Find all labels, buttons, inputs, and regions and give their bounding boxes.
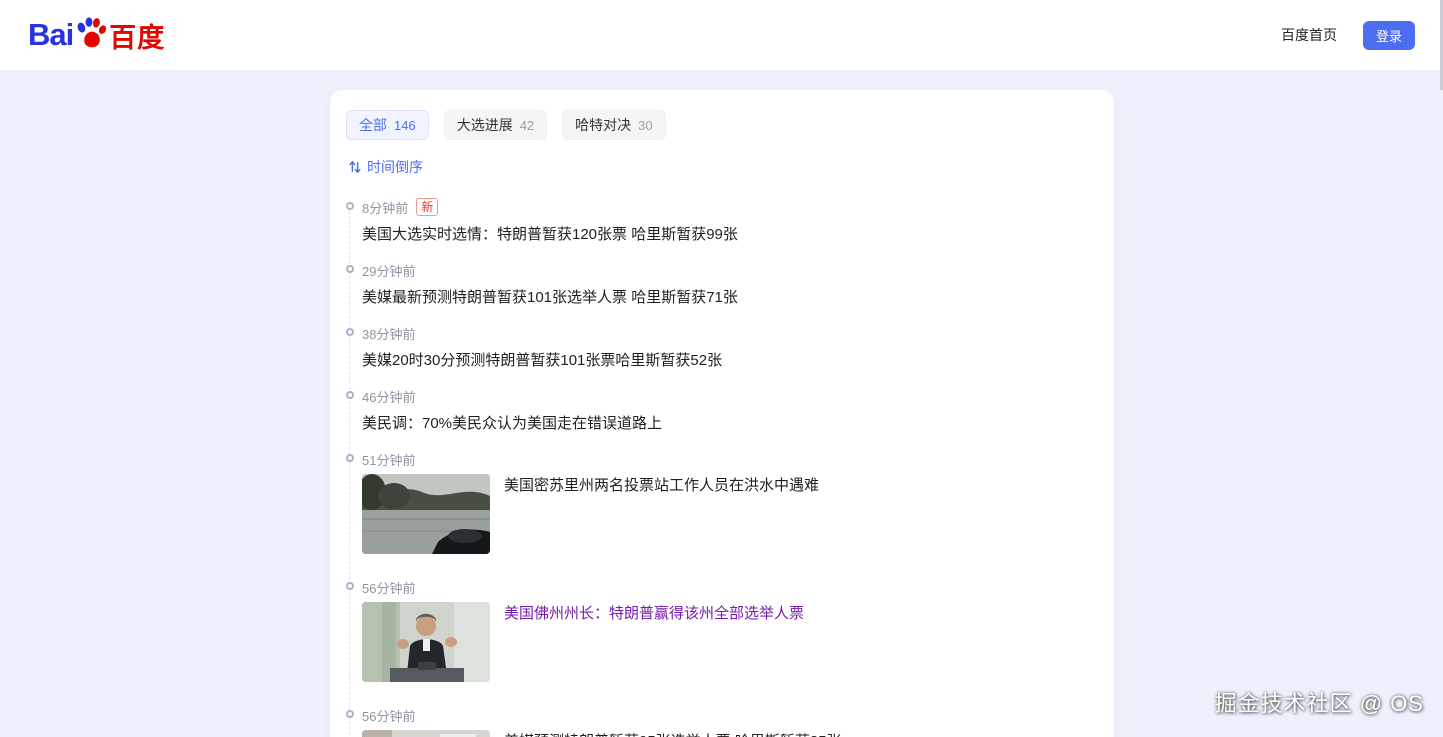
timeline-timestamp: 51分钟前 [362, 450, 415, 469]
timeline-item: 38分钟前 美媒20时30分预测特朗普暂获101张票哈里斯暂获52张 [346, 324, 1084, 371]
tab-label: 哈特对决 [575, 115, 631, 135]
login-button[interactable]: 登录 [1363, 21, 1415, 50]
indoor-news-photo[interactable] [362, 730, 490, 737]
timeline-item: 56分钟前 美媒预测特朗普暂获95张选举人票 哈里斯暂获35张 [346, 706, 1084, 737]
timeline-item: 46分钟前 美民调：70%美民众认为美国走在错误道路上 [346, 387, 1084, 434]
news-title-link[interactable]: 美民调：70%美民众认为美国走在错误道路上 [362, 414, 1084, 434]
timeline-timestamp: 56分钟前 [362, 706, 415, 725]
new-badge: 新 [416, 198, 438, 216]
category-tabs: 全部 146 大选进展 42 哈特对决 30 [346, 110, 1084, 140]
top-header: Bai 百度 百度首页 登录 [0, 0, 1443, 70]
timeline-item: 8分钟前 新 美国大选实时选情：特朗普暂获120张票 哈里斯暂获99张 [346, 198, 1084, 245]
timeline-timestamp: 56分钟前 [362, 578, 415, 597]
tab-label: 大选进展 [457, 115, 513, 135]
news-title-link[interactable]: 美媒预测特朗普暂获95张选举人票 哈里斯暂获35张 [504, 732, 842, 737]
timeline-timestamp: 8分钟前 [362, 198, 408, 217]
tab-label: 全部 [359, 115, 387, 135]
baidu-home-link[interactable]: 百度首页 [1281, 25, 1337, 45]
flood-scene-photo[interactable] [362, 474, 490, 554]
timeline-item: 29分钟前 美媒最新预测特朗普暂获101张选举人票 哈里斯暂获71张 [346, 261, 1084, 308]
news-title-link[interactable]: 美媒20时30分预测特朗普暂获101张票哈里斯暂获52张 [362, 351, 1084, 371]
timeline-dot-icon [346, 202, 354, 210]
governor-podium-photo[interactable] [362, 602, 490, 682]
news-timeline: 8分钟前 新 美国大选实时选情：特朗普暂获120张票 哈里斯暂获99张 29分钟… [346, 198, 1084, 737]
news-title-link[interactable]: 美国密苏里州两名投票站工作人员在洪水中遇难 [504, 476, 819, 554]
baidu-paw-icon [74, 16, 108, 50]
timeline-dot-icon [346, 328, 354, 336]
sort-toggle[interactable]: 时间倒序 [348, 157, 423, 177]
tab-harris-trump-duel[interactable]: 哈特对决 30 [562, 110, 665, 140]
timeline-dot-icon [346, 582, 354, 590]
news-title-link[interactable]: 美媒最新预测特朗普暂获101张选举人票 哈里斯暂获71张 [362, 288, 1084, 308]
tab-election-progress[interactable]: 大选进展 42 [444, 110, 547, 140]
timeline-timestamp: 38分钟前 [362, 324, 415, 343]
baidu-logo-latin: Bai [28, 17, 73, 53]
tab-count: 42 [520, 118, 534, 133]
tab-count: 146 [394, 118, 416, 133]
timeline-dot-icon [346, 391, 354, 399]
news-title-link[interactable]: 美国大选实时选情：特朗普暂获120张票 哈里斯暂获99张 [362, 225, 1084, 245]
news-title-link[interactable]: 美国佛州州长：特朗普赢得该州全部选举人票 [504, 604, 804, 682]
header-actions: 百度首页 登录 [1281, 21, 1415, 50]
timeline-dot-icon [346, 454, 354, 462]
tab-all[interactable]: 全部 146 [346, 110, 429, 140]
sort-label: 时间倒序 [367, 157, 423, 177]
baidu-logo[interactable]: Bai 百度 [28, 16, 165, 55]
sort-arrows-icon [348, 160, 362, 174]
news-timeline-card: 全部 146 大选进展 42 哈特对决 30 时间倒序 8分钟前 新 美国大选实… [330, 90, 1114, 737]
tab-count: 30 [638, 118, 652, 133]
timeline-item: 51分钟前 美国 [346, 450, 1084, 554]
timeline-dot-icon [346, 265, 354, 273]
watermark: 掘金技术社区 @ OS [1215, 686, 1424, 718]
timeline-timestamp: 29分钟前 [362, 261, 415, 280]
timeline-dot-icon [346, 710, 354, 718]
timeline-item: 56分钟前 [346, 578, 1084, 682]
baidu-logo-cn: 百度 [109, 16, 165, 55]
timeline-timestamp: 46分钟前 [362, 387, 415, 406]
